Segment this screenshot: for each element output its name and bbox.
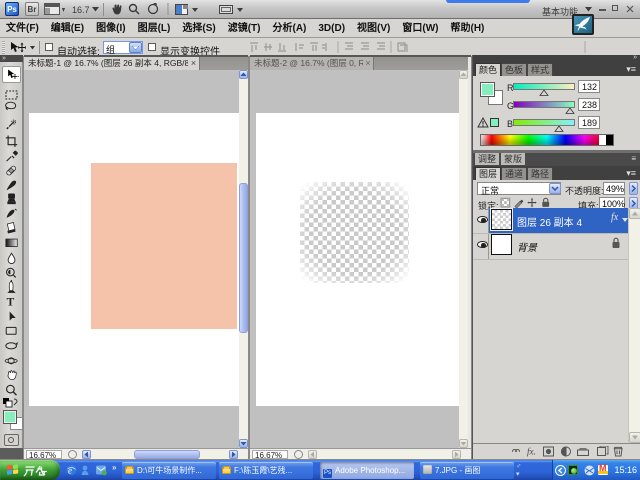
svg-text:fx.: fx. — [527, 447, 536, 457]
svg-text:e: e — [68, 466, 72, 476]
svg-text:T: T — [7, 297, 15, 309]
